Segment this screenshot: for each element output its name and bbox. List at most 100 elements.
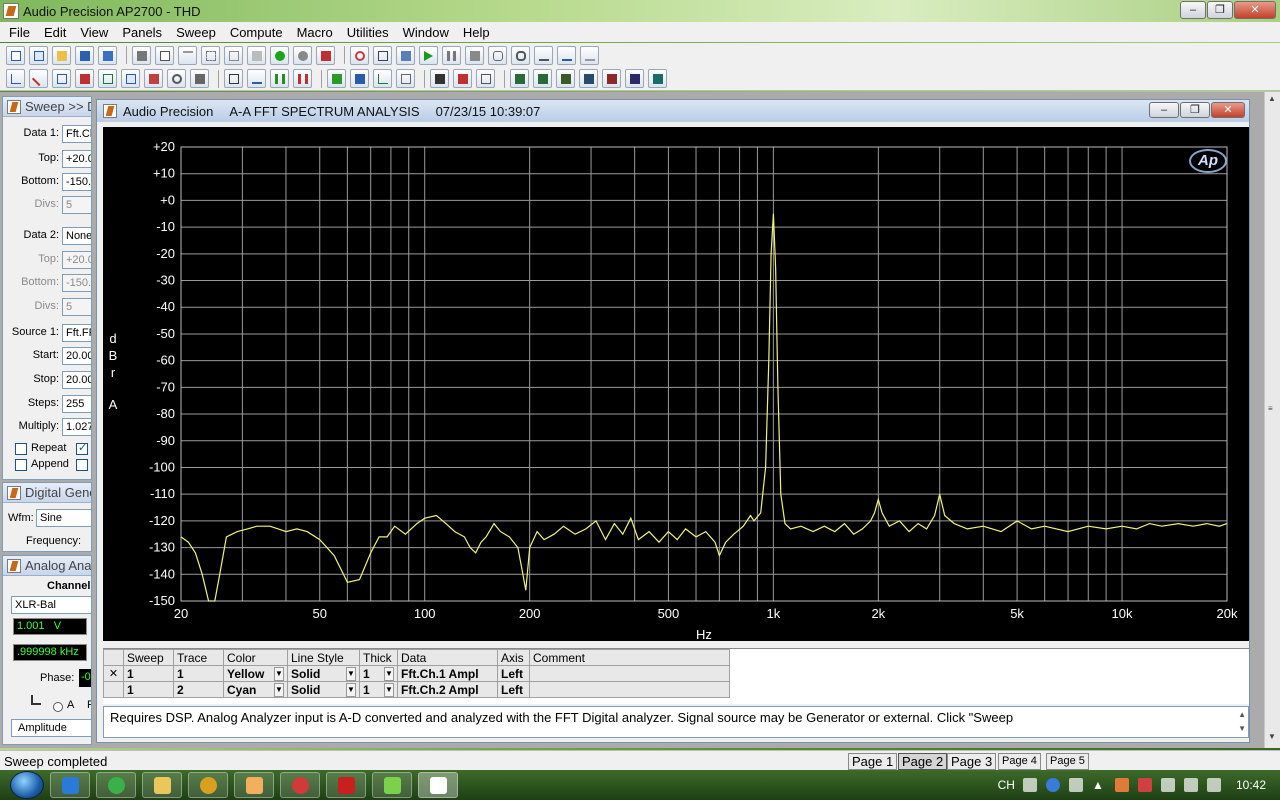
comment-scroll-icon[interactable]: ▲ ▼ xyxy=(1238,708,1246,736)
page-tab-2[interactable]: Page 2 xyxy=(898,753,948,770)
dropdown-arrow-icon[interactable]: ▼ xyxy=(346,682,356,697)
new-file-icon[interactable] xyxy=(6,45,25,65)
graph-comment-box[interactable]: Requires DSP. Analog Analyzer input is A… xyxy=(103,706,1249,738)
network-icon[interactable] xyxy=(1183,778,1198,792)
probe-icon[interactable] xyxy=(29,69,48,88)
monitor-icon[interactable] xyxy=(396,45,415,65)
legend-row-1-data[interactable]: Fft.Ch.1 Ampl xyxy=(397,665,498,682)
menu-help[interactable]: Help xyxy=(456,25,497,40)
tray-app-icon[interactable] xyxy=(1068,778,1083,792)
legend-row-2-sweep[interactable]: 1 xyxy=(123,681,174,698)
tray-app-icon[interactable] xyxy=(1114,778,1129,792)
export-icon[interactable] xyxy=(327,69,346,88)
link-icon[interactable] xyxy=(350,45,369,65)
menu-file[interactable]: File xyxy=(2,25,37,40)
pause-icon[interactable] xyxy=(442,45,461,65)
page-tab-5[interactable]: Page 5 xyxy=(1046,753,1089,770)
taskbar-app-6[interactable] xyxy=(280,772,320,798)
amplitude-select[interactable]: Amplitude xyxy=(11,719,91,737)
keyboard-icon[interactable] xyxy=(1022,778,1037,792)
undo-icon[interactable] xyxy=(178,45,197,65)
start-field[interactable]: 20.000 xyxy=(62,347,91,365)
scroll-up-icon[interactable]: ▲ xyxy=(1268,94,1276,103)
speaker-icon[interactable] xyxy=(190,69,209,88)
dropdown-arrow-icon[interactable]: ▼ xyxy=(274,666,284,681)
volume-icon[interactable] xyxy=(1206,778,1221,792)
legend-row[interactable]: ✕ 1 1 Yellow ▼ Solid ▼ 1 ▼ Fft.Ch.1 Ampl Le… xyxy=(103,665,730,682)
bottom1-field[interactable]: -150.0 xyxy=(62,173,91,191)
analog-analyzer-icon[interactable] xyxy=(98,69,117,88)
import-icon[interactable] xyxy=(350,69,369,88)
tray-expand-icon[interactable]: ▲ xyxy=(1092,778,1106,792)
menu-compute[interactable]: Compute xyxy=(223,25,290,40)
legend-row-2-checkbox[interactable] xyxy=(103,681,124,698)
arrow-right-icon[interactable] xyxy=(557,45,576,65)
chart-icon[interactable] xyxy=(373,69,392,88)
ana-panel-header[interactable]: Analog Ana xyxy=(3,556,91,576)
close-button[interactable]: ✕ xyxy=(1234,1,1276,19)
divs2-field[interactable]: 5 xyxy=(62,298,91,316)
play-icon[interactable] xyxy=(419,45,438,65)
paste-icon[interactable] xyxy=(247,45,266,65)
digital-gen-icon[interactable] xyxy=(75,69,94,88)
save-icon[interactable] xyxy=(75,45,94,65)
multiply-field[interactable]: 1.027 xyxy=(62,418,91,436)
append-checkbox[interactable] xyxy=(15,459,27,471)
legend-row-2-data[interactable]: Fft.Ch.2 Ampl xyxy=(397,681,498,698)
legend-row-1-thick-cell[interactable]: 1 ▼ xyxy=(359,665,398,682)
data2-field[interactable]: None xyxy=(62,227,91,245)
taskbar-audio-precision[interactable] xyxy=(418,772,458,798)
legend-row-2-color-cell[interactable]: Cyan ▼ xyxy=(223,681,288,698)
scroll-down-icon[interactable]: ▼ xyxy=(1268,732,1276,741)
legend-row-2-trace[interactable]: 2 xyxy=(173,681,224,698)
display-3-icon[interactable] xyxy=(556,69,575,88)
legend-row-1-checkbox[interactable]: ✕ xyxy=(103,665,124,682)
graph-icon[interactable] xyxy=(6,69,25,88)
source1-field[interactable]: Fft.FF xyxy=(62,324,91,342)
arrow-left-icon[interactable] xyxy=(534,45,553,65)
dio-icon[interactable] xyxy=(144,69,163,88)
legend-row[interactable]: 1 2 Cyan ▼ Solid ▼ 1 ▼ Fft.Ch.2 Ampl Left xyxy=(103,681,730,698)
divs1-field[interactable]: 5 xyxy=(62,196,91,214)
graph-close-button[interactable]: ✕ xyxy=(1211,102,1245,118)
legend-row-2-thick-cell[interactable]: 1 ▼ xyxy=(359,681,398,698)
stop-grey-icon[interactable] xyxy=(293,45,312,65)
dropdown-arrow-icon[interactable]: ▼ xyxy=(346,666,356,681)
legend-row-1-color-cell[interactable]: Yellow ▼ xyxy=(223,665,288,682)
graph-maximize-button[interactable]: ❐ xyxy=(1180,102,1210,118)
sweep-panel-header[interactable]: Sweep >> D xyxy=(3,97,91,117)
taskbar-explorer[interactable] xyxy=(142,772,182,798)
taskbar-chrome[interactable] xyxy=(96,772,136,798)
binoculars-icon[interactable] xyxy=(511,45,530,65)
menu-window[interactable]: Window xyxy=(396,25,456,40)
menu-panels[interactable]: Panels xyxy=(115,25,169,40)
legend-row-1-style-cell[interactable]: Solid ▼ xyxy=(287,665,360,682)
clock-icon[interactable] xyxy=(167,69,186,88)
graph-window-title-bar[interactable]: Audio Precision A-A FFT SPECTRUM ANALYSI… xyxy=(97,100,1249,122)
append-aux-checkbox[interactable] xyxy=(76,459,88,471)
app-icon[interactable] xyxy=(3,3,19,19)
menu-view[interactable]: View xyxy=(73,25,115,40)
open-folder-icon[interactable] xyxy=(52,45,71,65)
meter-icon[interactable] xyxy=(430,69,449,88)
table-icon[interactable] xyxy=(396,69,415,88)
cut-icon[interactable] xyxy=(201,45,220,65)
hand-icon[interactable] xyxy=(488,45,507,65)
scroll-grip-icon[interactable]: ≡ xyxy=(1268,404,1273,413)
save-all-icon[interactable] xyxy=(98,45,117,65)
language-indicator[interactable]: CH xyxy=(998,778,1015,792)
print-icon[interactable] xyxy=(132,45,151,65)
top1-field[interactable]: +20.00 xyxy=(62,150,91,168)
analyzer-icon[interactable] xyxy=(316,45,335,65)
legend-row-1-trace[interactable]: 1 xyxy=(173,665,224,682)
minimize-button[interactable]: – xyxy=(1180,1,1206,19)
gen-panel-header[interactable]: Digital Gene xyxy=(3,483,91,503)
legend-row-1-comment[interactable] xyxy=(529,665,730,682)
generator-icon[interactable] xyxy=(52,69,71,88)
data1-field[interactable]: Fft.Ch xyxy=(62,125,91,143)
taskbar-chat[interactable] xyxy=(372,772,412,798)
menu-sweep[interactable]: Sweep xyxy=(169,25,223,40)
new-test-icon[interactable] xyxy=(29,45,48,65)
dropdown-arrow-icon[interactable]: ▼ xyxy=(384,666,394,681)
top2-field[interactable]: +20.00 xyxy=(62,251,91,269)
